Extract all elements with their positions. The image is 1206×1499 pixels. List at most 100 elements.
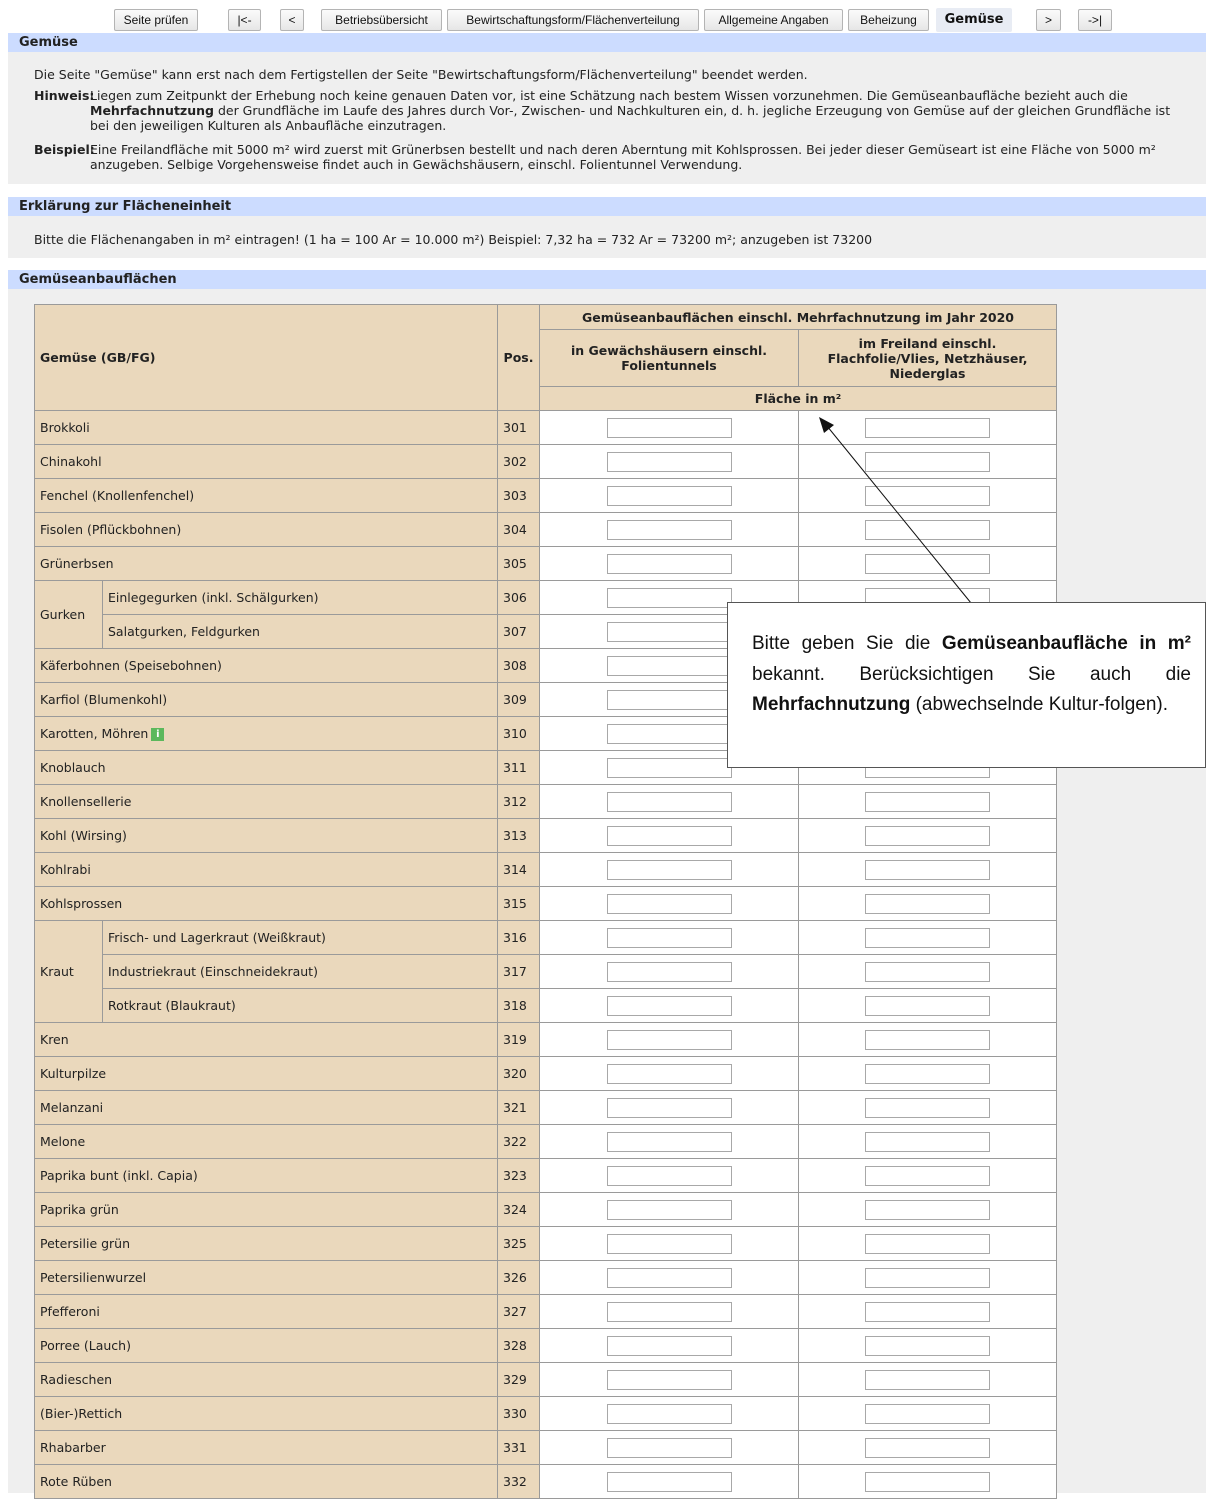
position-cell: 302 <box>497 444 541 479</box>
greenhouse-area-cell <box>539 512 800 547</box>
greenhouse-area-input[interactable] <box>606 893 732 914</box>
vegetable-name-cell: Grünerbsen <box>33 546 499 581</box>
tab-bewirtschaftungsform[interactable]: Bewirtschaftungsform/Flächenverteilung <box>447 9 699 31</box>
greenhouse-area-input[interactable] <box>606 1369 732 1390</box>
greenhouse-area-input[interactable] <box>606 655 732 676</box>
field-area-input[interactable] <box>865 1029 991 1050</box>
greenhouse-area-input[interactable] <box>606 417 732 438</box>
field-area-cell <box>798 1464 1058 1499</box>
field-area-input[interactable] <box>865 1369 991 1390</box>
tab-betriebsuebersicht[interactable]: Betriebsübersicht <box>321 9 442 31</box>
vegetable-name: Karotten, Möhren <box>40 726 149 741</box>
first-page-button[interactable]: |<- <box>228 9 261 31</box>
field-area-cell <box>798 1192 1058 1227</box>
hint-text: Liegen zum Zeitpunkt der Erhebung noch k… <box>90 88 1184 133</box>
field-area-input[interactable] <box>865 1131 991 1152</box>
table-row: Petersilienwurzel 326 <box>33 1260 1058 1295</box>
greenhouse-area-input[interactable] <box>606 961 732 982</box>
field-area-input[interactable] <box>865 825 991 846</box>
greenhouse-area-input[interactable] <box>606 859 732 880</box>
greenhouse-area-input[interactable] <box>606 1165 732 1186</box>
next-page-button[interactable]: > <box>1036 9 1061 31</box>
position-cell: 305 <box>497 546 541 581</box>
table-row: Kohlsprossen 315 <box>33 886 1058 921</box>
greenhouse-area-input[interactable] <box>606 621 732 642</box>
greenhouse-area-input[interactable] <box>606 927 732 948</box>
position-cell: 313 <box>497 818 541 853</box>
field-area-input[interactable] <box>865 961 991 982</box>
tab-gemuese[interactable]: Gemüse <box>936 8 1012 32</box>
field-area-input[interactable] <box>865 1165 991 1186</box>
info-icon[interactable]: i <box>151 728 165 741</box>
previous-page-button[interactable]: < <box>280 9 304 31</box>
field-area-input[interactable] <box>865 1335 991 1356</box>
field-area-input[interactable] <box>865 417 991 438</box>
field-area-input[interactable] <box>865 1471 991 1492</box>
vegetable-name: Kulturpilze <box>40 1066 107 1081</box>
greenhouse-area-input[interactable] <box>606 995 732 1016</box>
vegetable-name: Petersilienwurzel <box>40 1270 147 1285</box>
field-area-input[interactable] <box>865 791 991 812</box>
greenhouse-area-input[interactable] <box>606 587 732 608</box>
greenhouse-area-cell <box>539 852 800 887</box>
field-area-input[interactable] <box>865 1063 991 1084</box>
field-area-input[interactable] <box>865 1267 991 1288</box>
field-area-input[interactable] <box>865 859 991 880</box>
position-cell: 306 <box>497 580 541 615</box>
table-row: Porree (Lauch) 328 <box>33 1328 1058 1363</box>
vegetable-name: Industriekraut (Einschneidekraut) <box>108 964 318 979</box>
greenhouse-area-input[interactable] <box>606 1199 732 1220</box>
greenhouse-area-input[interactable] <box>606 1267 732 1288</box>
greenhouse-area-cell <box>539 886 800 921</box>
greenhouse-area-input[interactable] <box>606 451 732 472</box>
field-area-input[interactable] <box>865 553 991 574</box>
greenhouse-area-input[interactable] <box>606 1437 732 1458</box>
greenhouse-area-input[interactable] <box>606 553 732 574</box>
vegetable-name: Einlegegurken (inkl. Schälgurken) <box>108 590 319 605</box>
greenhouse-area-input[interactable] <box>606 1063 732 1084</box>
greenhouse-area-input[interactable] <box>606 485 732 506</box>
greenhouse-area-input[interactable] <box>606 1335 732 1356</box>
field-area-input[interactable] <box>865 893 991 914</box>
field-area-input[interactable] <box>865 1301 991 1322</box>
field-area-input[interactable] <box>865 1199 991 1220</box>
field-area-input[interactable] <box>865 1437 991 1458</box>
greenhouse-area-cell <box>539 1090 800 1125</box>
vegetable-name: Pfefferoni <box>40 1304 100 1319</box>
field-area-input[interactable] <box>865 1233 991 1254</box>
vegetable-name-cell: Frisch- und Lagerkraut (Weißkraut) <box>101 920 499 955</box>
field-area-input[interactable] <box>865 485 991 506</box>
greenhouse-area-input[interactable] <box>606 519 732 540</box>
vegetable-name-cell: Salatgurken, Feldgurken <box>101 614 499 649</box>
greenhouse-area-input[interactable] <box>606 723 732 744</box>
greenhouse-area-input[interactable] <box>606 1131 732 1152</box>
greenhouse-area-input[interactable] <box>606 757 732 778</box>
field-area-cell <box>798 546 1058 581</box>
last-page-button[interactable]: ->| <box>1078 9 1112 31</box>
field-area-input[interactable] <box>865 995 991 1016</box>
field-area-input[interactable] <box>865 451 991 472</box>
field-area-input[interactable] <box>865 927 991 948</box>
tab-beheizung[interactable]: Beheizung <box>848 9 929 31</box>
example-block: Beispiel: Eine Freilandfläche mit 5000 m… <box>34 142 1184 172</box>
greenhouse-area-input[interactable] <box>606 825 732 846</box>
greenhouse-area-cell <box>539 920 800 955</box>
greenhouse-area-input[interactable] <box>606 1301 732 1322</box>
field-area-input[interactable] <box>865 519 991 540</box>
position-cell: 316 <box>497 920 541 955</box>
greenhouse-area-input[interactable] <box>606 689 732 710</box>
greenhouse-area-cell <box>539 1362 800 1397</box>
check-page-button[interactable]: Seite prüfen <box>114 9 198 31</box>
greenhouse-area-input[interactable] <box>606 1097 732 1118</box>
position-cell: 327 <box>497 1294 541 1329</box>
tab-allgemeine-angaben[interactable]: Allgemeine Angaben <box>704 9 843 31</box>
field-area-input[interactable] <box>865 1097 991 1118</box>
greenhouse-area-input[interactable] <box>606 791 732 812</box>
field-area-input[interactable] <box>865 1403 991 1424</box>
greenhouse-area-input[interactable] <box>606 1403 732 1424</box>
position-cell: 314 <box>497 852 541 887</box>
greenhouse-area-input[interactable] <box>606 1233 732 1254</box>
greenhouse-area-input[interactable] <box>606 1029 732 1050</box>
greenhouse-area-cell <box>539 1056 800 1091</box>
greenhouse-area-input[interactable] <box>606 1471 732 1492</box>
